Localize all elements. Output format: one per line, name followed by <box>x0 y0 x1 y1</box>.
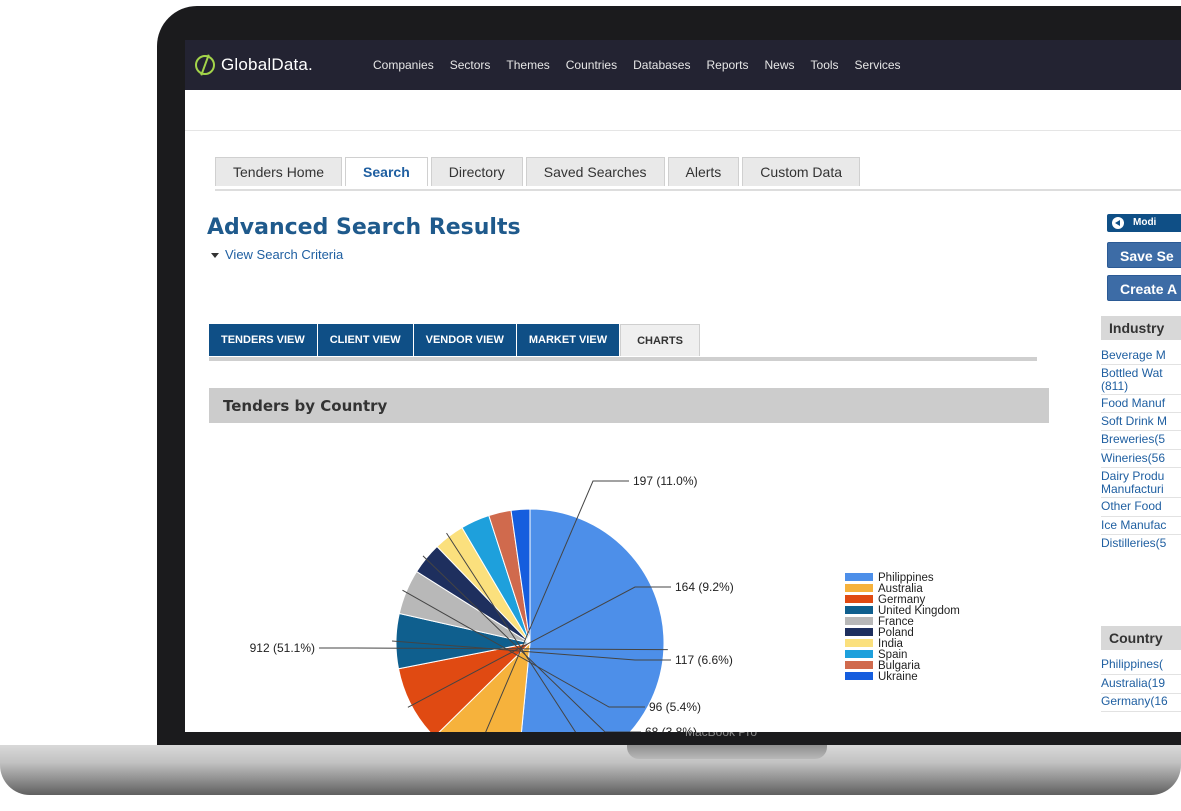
tabs-divider <box>215 189 1181 191</box>
tenders-by-country-pie-chart: 912 (51.1%) 197 (11.0%) 164 (9.2%) 117 (6.6… <box>250 474 960 732</box>
view-tabs: TENDERS VIEW CLIENT VIEW VENDOR VIEW MAR… <box>209 324 701 356</box>
nav-sectors[interactable]: Sectors <box>450 58 491 72</box>
tab-vendor-view[interactable]: VENDOR VIEW <box>413 324 516 356</box>
pie-slice-philippines[interactable] <box>517 508 665 732</box>
nav-databases[interactable]: Databases <box>633 58 690 72</box>
pie-data-label: 96 (5.4%) <box>649 700 701 714</box>
pie-legend: PhilippinesAustraliaGermanyUnited Kingdo… <box>845 572 960 683</box>
pie-data-label: 197 (11.0%) <box>633 474 697 488</box>
pie-slices <box>395 508 665 732</box>
list-divider <box>1101 449 1181 450</box>
page-title: Advanced Search Results <box>207 215 521 240</box>
industry-filter-item[interactable]: Beverage M <box>1101 349 1181 362</box>
laptop-base <box>0 745 1181 795</box>
industry-filter-item[interactable]: Soft Drink M <box>1101 415 1181 428</box>
list-divider <box>1101 711 1181 712</box>
pie-data-label: 68 (3.8%) <box>645 725 697 732</box>
chart-section-header: Tenders by Country <box>209 388 1049 423</box>
list-divider <box>1101 693 1181 694</box>
pie-data-label: 117 (6.6%) <box>675 653 733 667</box>
country-filter-item[interactable]: Philippines( <box>1101 658 1181 671</box>
tab-saved-searches[interactable]: Saved Searches <box>525 157 665 186</box>
industry-filter-item[interactable]: Distilleries(5 <box>1101 537 1181 550</box>
list-divider <box>1101 674 1181 675</box>
back-arrow-icon <box>1112 217 1124 229</box>
industry-filter-header: Industry <box>1101 316 1181 340</box>
legend-swatch <box>845 573 873 581</box>
legend-label: Ukraine <box>878 671 918 683</box>
country-filter-item[interactable]: Australia(19 <box>1101 677 1181 690</box>
list-divider <box>1101 364 1181 365</box>
tab-alerts[interactable]: Alerts <box>667 157 740 186</box>
legend-swatch <box>845 628 873 636</box>
industry-filter-item[interactable]: Ice Manufac <box>1101 519 1181 532</box>
list-divider <box>1101 430 1181 431</box>
tab-client-view[interactable]: CLIENT VIEW <box>317 324 413 356</box>
top-navbar: GlobalData. Companies Sectors Themes Cou… <box>185 40 1181 90</box>
industry-filter-item[interactable]: Wineries(56 <box>1101 452 1181 465</box>
legend-swatch <box>845 672 873 680</box>
tab-custom-data[interactable]: Custom Data <box>742 157 860 186</box>
modify-search-button[interactable]: Modi <box>1107 214 1181 232</box>
section-tabs: Tenders Home Search Directory Saved Sear… <box>215 157 863 186</box>
create-alert-button[interactable]: Create A <box>1107 275 1181 301</box>
subnav-divider <box>185 130 1181 131</box>
nav-news[interactable]: News <box>765 58 795 72</box>
pie-data-label: 164 (9.2%) <box>675 580 734 594</box>
legend-swatch <box>845 595 873 603</box>
legend-swatch <box>845 650 873 658</box>
country-filter-item[interactable]: Germany(16 <box>1101 695 1181 708</box>
logo-text: GlobalData. <box>221 55 313 74</box>
list-divider <box>1101 394 1181 395</box>
legend-swatch <box>845 661 873 669</box>
logo-icon <box>195 55 215 75</box>
nav-companies[interactable]: Companies <box>373 58 434 72</box>
list-divider <box>1101 497 1181 498</box>
nav-reports[interactable]: Reports <box>706 58 748 72</box>
main-nav: Companies Sectors Themes Countries Datab… <box>373 58 917 72</box>
industry-filter-item[interactable]: Other Food <box>1101 500 1181 513</box>
industry-filter-item[interactable]: Breweries(5 <box>1101 433 1181 446</box>
laptop-notch <box>627 745 827 759</box>
country-filter-header: Country <box>1101 626 1181 650</box>
tab-tenders-view[interactable]: TENDERS VIEW <box>209 324 317 356</box>
modify-label: Modi <box>1133 217 1157 228</box>
criteria-label: View Search Criteria <box>225 247 344 262</box>
legend-swatch <box>845 606 873 614</box>
legend-swatch <box>845 617 873 625</box>
nav-countries[interactable]: Countries <box>566 58 617 72</box>
view-tabs-divider <box>209 357 1037 361</box>
save-search-button[interactable]: Save Se <box>1107 242 1181 268</box>
tab-search[interactable]: Search <box>345 157 428 186</box>
nav-tools[interactable]: Tools <box>811 58 839 72</box>
industry-filter-item[interactable]: Bottled Wat (811) <box>1101 367 1181 393</box>
list-divider <box>1101 534 1181 535</box>
nav-themes[interactable]: Themes <box>506 58 549 72</box>
screen: GlobalData. Companies Sectors Themes Cou… <box>185 40 1181 732</box>
view-search-criteria-link[interactable]: View Search Criteria <box>211 247 343 262</box>
legend-swatch <box>845 584 873 592</box>
legend-swatch <box>845 639 873 647</box>
pie-data-label: 912 (51.1%) <box>250 641 315 655</box>
tab-charts[interactable]: CHARTS <box>620 324 700 356</box>
tab-market-view[interactable]: MARKET VIEW <box>516 324 620 356</box>
nav-services[interactable]: Services <box>855 58 901 72</box>
list-divider <box>1101 412 1181 413</box>
caret-down-icon <box>211 253 219 259</box>
list-divider <box>1101 516 1181 517</box>
tab-tenders-home[interactable]: Tenders Home <box>215 157 343 186</box>
globaldata-logo[interactable]: GlobalData. <box>195 52 313 78</box>
industry-filter-item[interactable]: Food Manuf <box>1101 397 1181 410</box>
tab-directory[interactable]: Directory <box>430 157 523 186</box>
industry-filter-item[interactable]: Dairy Produ Manufacturi <box>1101 470 1181 496</box>
list-divider <box>1101 467 1181 468</box>
chart-section-title: Tenders by Country <box>223 397 388 415</box>
